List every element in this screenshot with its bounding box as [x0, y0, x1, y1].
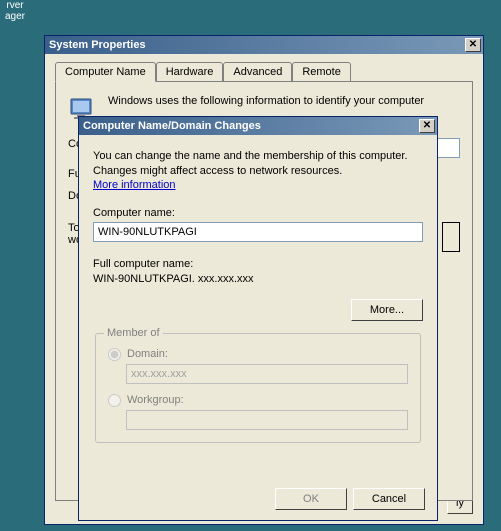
workgroup-input [126, 410, 408, 430]
tab-strip: Computer Name Hardware Advanced Remote [55, 62, 473, 81]
computer-name-input[interactable] [93, 222, 423, 242]
member-of-legend: Member of [104, 327, 163, 339]
system-properties-title: System Properties [49, 39, 146, 51]
domain-radio [108, 348, 121, 361]
dialog-description: You can change the name and the membersh… [93, 149, 423, 179]
system-properties-titlebar: System Properties ✕ [45, 36, 483, 54]
close-icon[interactable]: ✕ [465, 38, 481, 52]
domain-changes-titlebar: Computer Name/Domain Changes ✕ [79, 117, 437, 135]
close-icon[interactable]: ✕ [419, 119, 435, 133]
computer-name-label: Computer name: [93, 207, 423, 219]
workgroup-radio [108, 394, 121, 407]
more-button[interactable]: More... [351, 299, 423, 321]
tab-computer-name[interactable]: Computer Name [55, 62, 156, 82]
full-computer-name-label: Full computer name: [93, 258, 423, 270]
full-computer-name-value: WIN-90NLUTKPAGI. xxx.xxx.xxx [93, 273, 423, 285]
member-of-group: Member of Domain: Workgroup: [95, 333, 421, 443]
desktop-icon-label: rver ager [5, 0, 25, 22]
tab-advanced[interactable]: Advanced [223, 62, 292, 81]
tab-hardware[interactable]: Hardware [156, 62, 224, 81]
domain-label: Domain: [127, 348, 168, 360]
change-button-outline [442, 222, 460, 252]
tab-remote[interactable]: Remote [292, 62, 351, 81]
ok-button[interactable]: OK [275, 488, 347, 510]
cancel-button[interactable]: Cancel [353, 488, 425, 510]
domain-changes-dialog: Computer Name/Domain Changes ✕ You can c… [78, 116, 438, 521]
domain-input [126, 364, 408, 384]
domain-changes-title: Computer Name/Domain Changes [83, 120, 261, 132]
desktop-icon-server-manager[interactable]: rver ager [0, 0, 30, 22]
workgroup-label: Workgroup: [127, 394, 184, 406]
more-information-link[interactable]: More information [93, 179, 176, 191]
